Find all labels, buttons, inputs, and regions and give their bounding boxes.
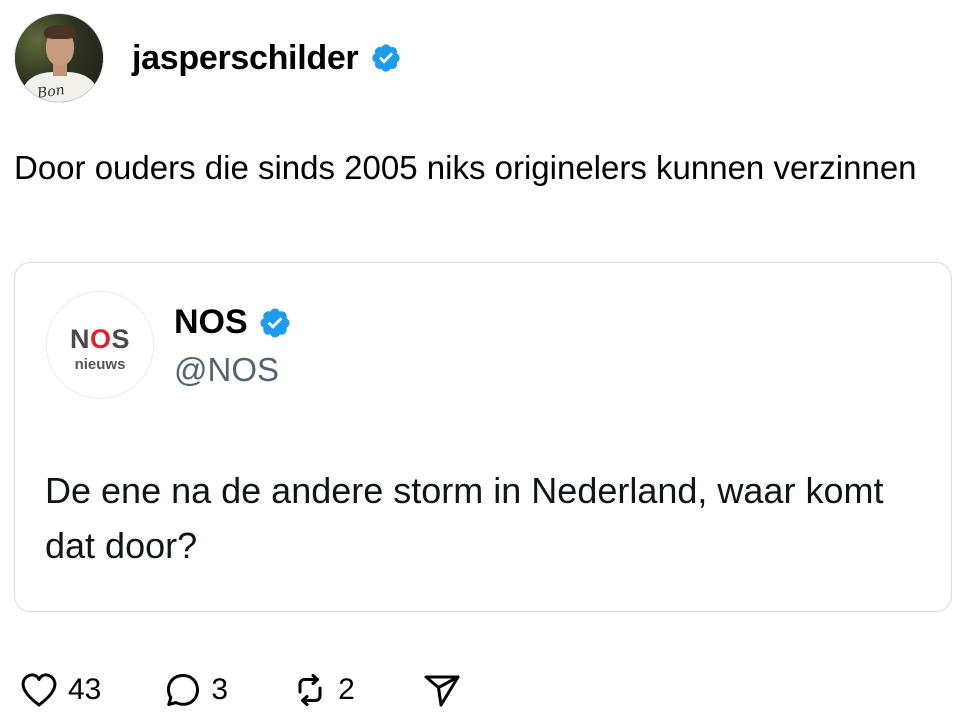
quoted-post-card[interactable]: NOS nieuws NOS @NOS De ene na de andere … bbox=[14, 262, 952, 612]
verified-badge-icon bbox=[260, 307, 290, 338]
quoted-author-handle[interactable]: @NOS bbox=[174, 351, 279, 389]
action-bar: 43 3 2 bbox=[20, 668, 491, 712]
post-header: Bon jasperschilder bbox=[14, 13, 402, 103]
comment-button[interactable]: 3 bbox=[165, 672, 228, 708]
like-button[interactable]: 43 bbox=[20, 672, 101, 708]
nos-logo[interactable]: NOS nieuws bbox=[46, 291, 154, 399]
verified-badge-icon bbox=[372, 44, 401, 72]
username-row: jasperschilder bbox=[132, 39, 402, 78]
comment-icon bbox=[167, 674, 200, 706]
share-button[interactable] bbox=[423, 672, 461, 708]
comment-count: 3 bbox=[211, 673, 229, 706]
share-icon bbox=[424, 675, 460, 707]
post-text: Door ouders die sinds 2005 niks originel… bbox=[14, 149, 917, 186]
quoted-post-text: De ene na de andere storm in Nederland, … bbox=[45, 470, 884, 566]
heart-icon bbox=[21, 673, 57, 707]
repost-button[interactable]: 2 bbox=[292, 672, 355, 708]
username[interactable]: jasperschilder bbox=[132, 39, 359, 78]
nos-logo-subtitle: nieuws bbox=[74, 356, 126, 373]
avatar[interactable]: Bon bbox=[14, 13, 104, 103]
repost-icon bbox=[298, 674, 322, 706]
repost-count: 2 bbox=[338, 673, 355, 706]
quoted-author-row: NOS bbox=[174, 303, 292, 342]
like-count: 43 bbox=[68, 673, 102, 706]
nos-logo-word: NOS bbox=[69, 324, 131, 354]
quoted-author-name[interactable]: NOS bbox=[174, 303, 248, 342]
